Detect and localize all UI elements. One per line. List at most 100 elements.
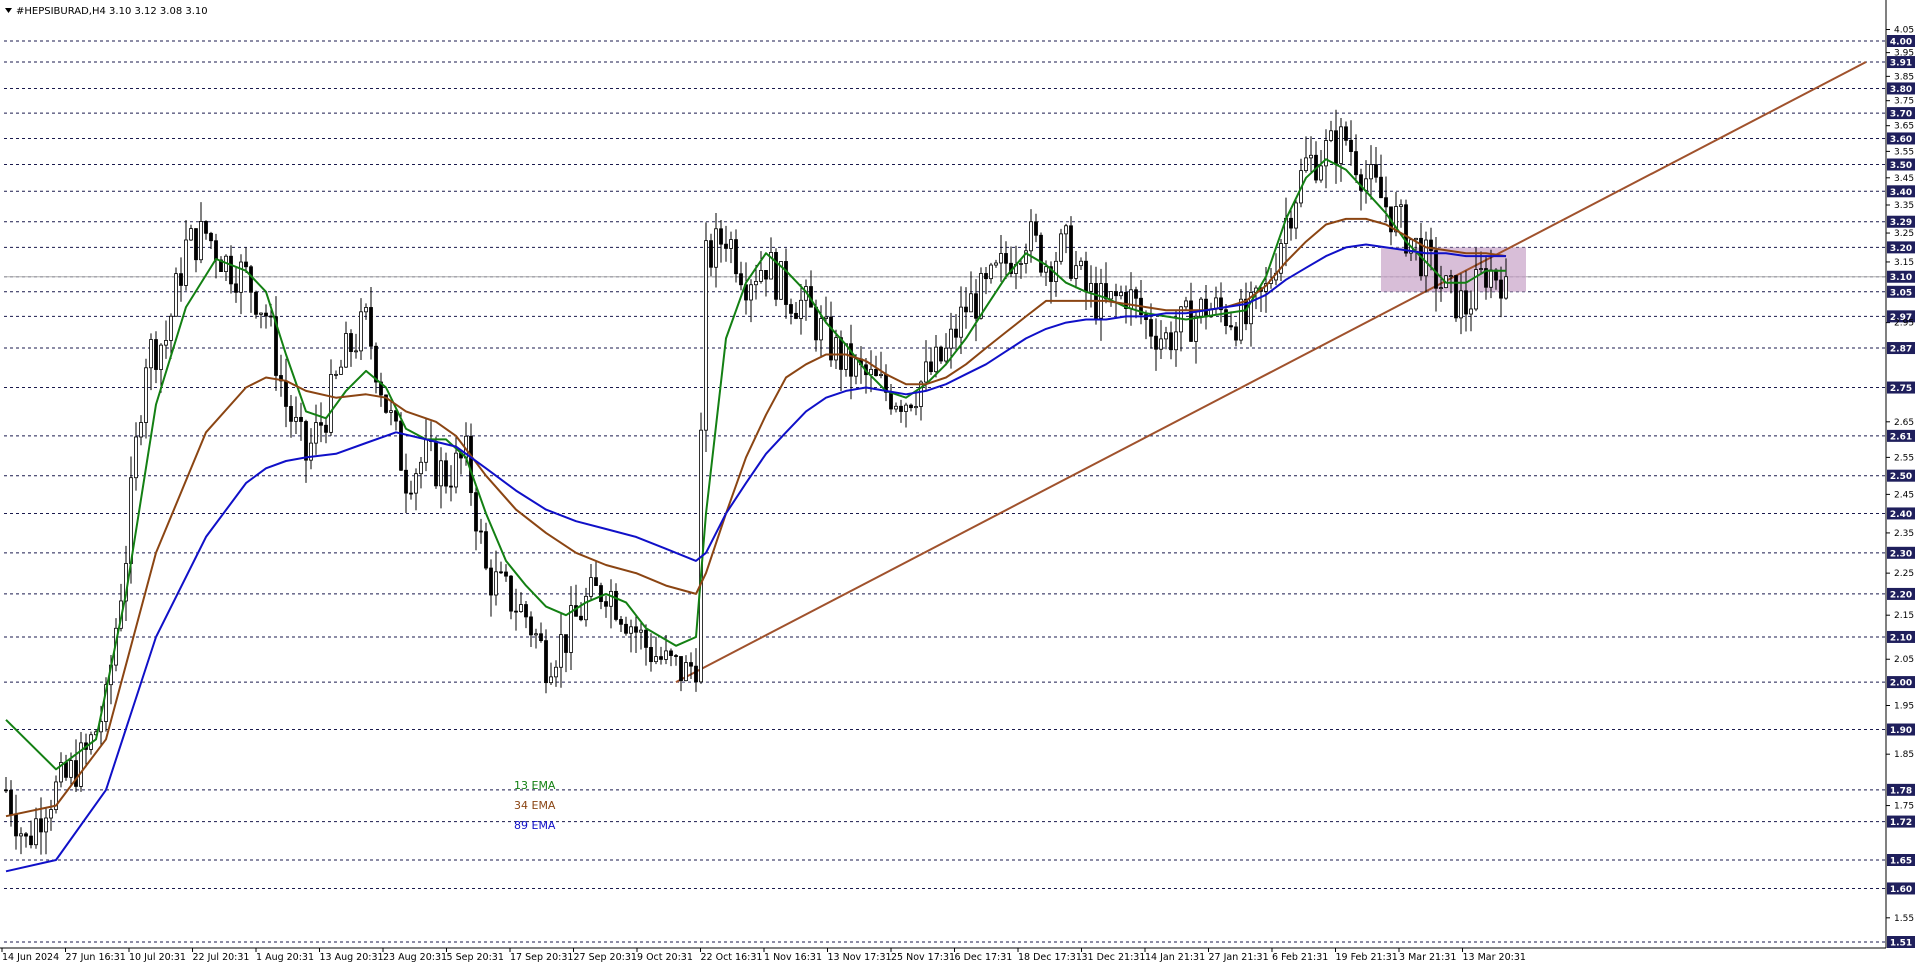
candle-body: [1289, 217, 1293, 229]
candle-body: [284, 380, 288, 407]
candle-body: [204, 221, 208, 234]
x-tick-label: 6 Feb 21:31: [1272, 952, 1328, 963]
candle-body: [269, 315, 273, 318]
y-tick-label: 2.25: [1894, 569, 1914, 579]
candle-body: [74, 760, 78, 787]
candle-body: [604, 601, 608, 607]
price-level-label: 1.90: [1890, 726, 1912, 736]
price-level-label: 4.00: [1890, 38, 1912, 48]
candle-body: [1029, 221, 1033, 252]
time-axis-labels: 14 Jun 2024 27 Jun 16:31 10 Jul 20:31 22 Ju…: [2, 952, 1526, 963]
candle-body: [714, 228, 718, 268]
price-level-label: 3.40: [1890, 188, 1912, 198]
candle-body: [1159, 338, 1163, 350]
y-tick-label: 1.75: [1894, 802, 1914, 812]
candle-body: [819, 318, 823, 341]
candle-body: [534, 633, 538, 636]
candle-body: [984, 273, 988, 280]
candle-body: [1109, 291, 1113, 300]
candle-body: [354, 350, 358, 353]
x-tick-label: 10 Jul 20:31: [129, 952, 186, 963]
candle-body: [189, 228, 193, 241]
candle-body: [289, 406, 293, 422]
candle-body: [999, 253, 1003, 264]
candle-body: [544, 640, 548, 684]
candle-body: [679, 656, 683, 682]
y-tick-label: 3.15: [1894, 258, 1914, 268]
candle-body: [1184, 300, 1188, 308]
candle-body: [159, 344, 163, 370]
candle-body: [684, 662, 688, 682]
candle-body: [454, 452, 458, 488]
candle-body: [1449, 275, 1453, 278]
candle-body: [1084, 260, 1088, 292]
price-chart[interactable]: 4.00 3.91 3.80 3.70 3.60 3.50 3.40 3.29 3.20 3.10…: [0, 0, 1916, 963]
candle-body: [29, 835, 33, 846]
candle-body: [824, 316, 828, 320]
candle-body: [874, 368, 878, 376]
candle-body: [364, 307, 368, 313]
candle-body: [689, 662, 693, 667]
candle-body: [1004, 253, 1008, 264]
candle-body: [799, 299, 803, 319]
candle-body: [304, 421, 308, 461]
ema-legend: 13 EMA 34 EMA 89 EMA: [514, 779, 556, 832]
candle-body: [509, 575, 513, 612]
candle-body: [1204, 298, 1208, 318]
legend-entry: 34 EMA: [514, 799, 556, 812]
candle-body: [969, 293, 973, 313]
y-tick-label: 1.95: [1894, 701, 1914, 711]
candle-body: [814, 306, 818, 341]
candle-body: [4, 789, 8, 792]
candle-body: [899, 405, 903, 412]
candle-body: [1374, 164, 1378, 178]
y-tick-label: 2.35: [1894, 529, 1914, 539]
candle-body: [209, 232, 213, 242]
x-tick-label: 22 Oct 16:31: [701, 952, 763, 963]
candle-body: [469, 435, 473, 494]
candle-body: [369, 307, 373, 347]
candle-body: [514, 610, 518, 613]
y-tick-label: 4.05: [1894, 26, 1914, 36]
candle-body: [709, 240, 713, 268]
candle-body: [644, 629, 648, 648]
candle-body: [479, 530, 483, 533]
y-tick-label: 3.35: [1894, 201, 1914, 211]
candle-body: [1459, 290, 1463, 319]
candle-body: [729, 239, 733, 249]
candle-body: [989, 264, 993, 280]
candle-body: [69, 760, 73, 778]
candle-body: [34, 818, 38, 846]
candle-body: [629, 626, 633, 634]
candle-body: [1339, 126, 1343, 164]
candle-body: [944, 347, 948, 362]
candle-body: [164, 340, 168, 346]
candle-body: [484, 531, 488, 569]
x-tick-label: 1 Nov 16:31: [764, 952, 822, 963]
candle-body: [554, 666, 558, 678]
candle-body: [499, 571, 503, 574]
candle-body: [1069, 225, 1073, 279]
candle-body: [1329, 130, 1333, 141]
price-level-label: 3.91: [1890, 59, 1912, 69]
candle-body: [994, 262, 998, 266]
y-tick-label: 2.55: [1894, 453, 1914, 463]
candle-body: [259, 312, 263, 315]
y-tick-label: 2.45: [1894, 490, 1914, 500]
candle-body: [314, 422, 318, 444]
x-tick-label: 27 Sep 20:31: [574, 952, 637, 963]
x-tick-label: 13 Nov 17:31: [828, 952, 892, 963]
candle-body: [1034, 221, 1038, 236]
y-tick-label: 3.55: [1894, 147, 1914, 157]
candle-body: [1489, 269, 1493, 288]
candle-body: [749, 284, 753, 301]
candle-body: [339, 366, 343, 375]
candle-body: [324, 424, 328, 433]
price-level-label: 3.60: [1890, 135, 1912, 145]
y-tick-label: 3.65: [1894, 122, 1914, 132]
candle-body: [579, 615, 583, 621]
price-level-label: 1.65: [1890, 856, 1912, 866]
symbol-header: #HEPSIBURAD,H4 3.10 3.12 3.08 3.10: [16, 6, 208, 17]
candle-body: [49, 809, 53, 819]
x-tick-label: 22 Jul 20:31: [193, 952, 250, 963]
